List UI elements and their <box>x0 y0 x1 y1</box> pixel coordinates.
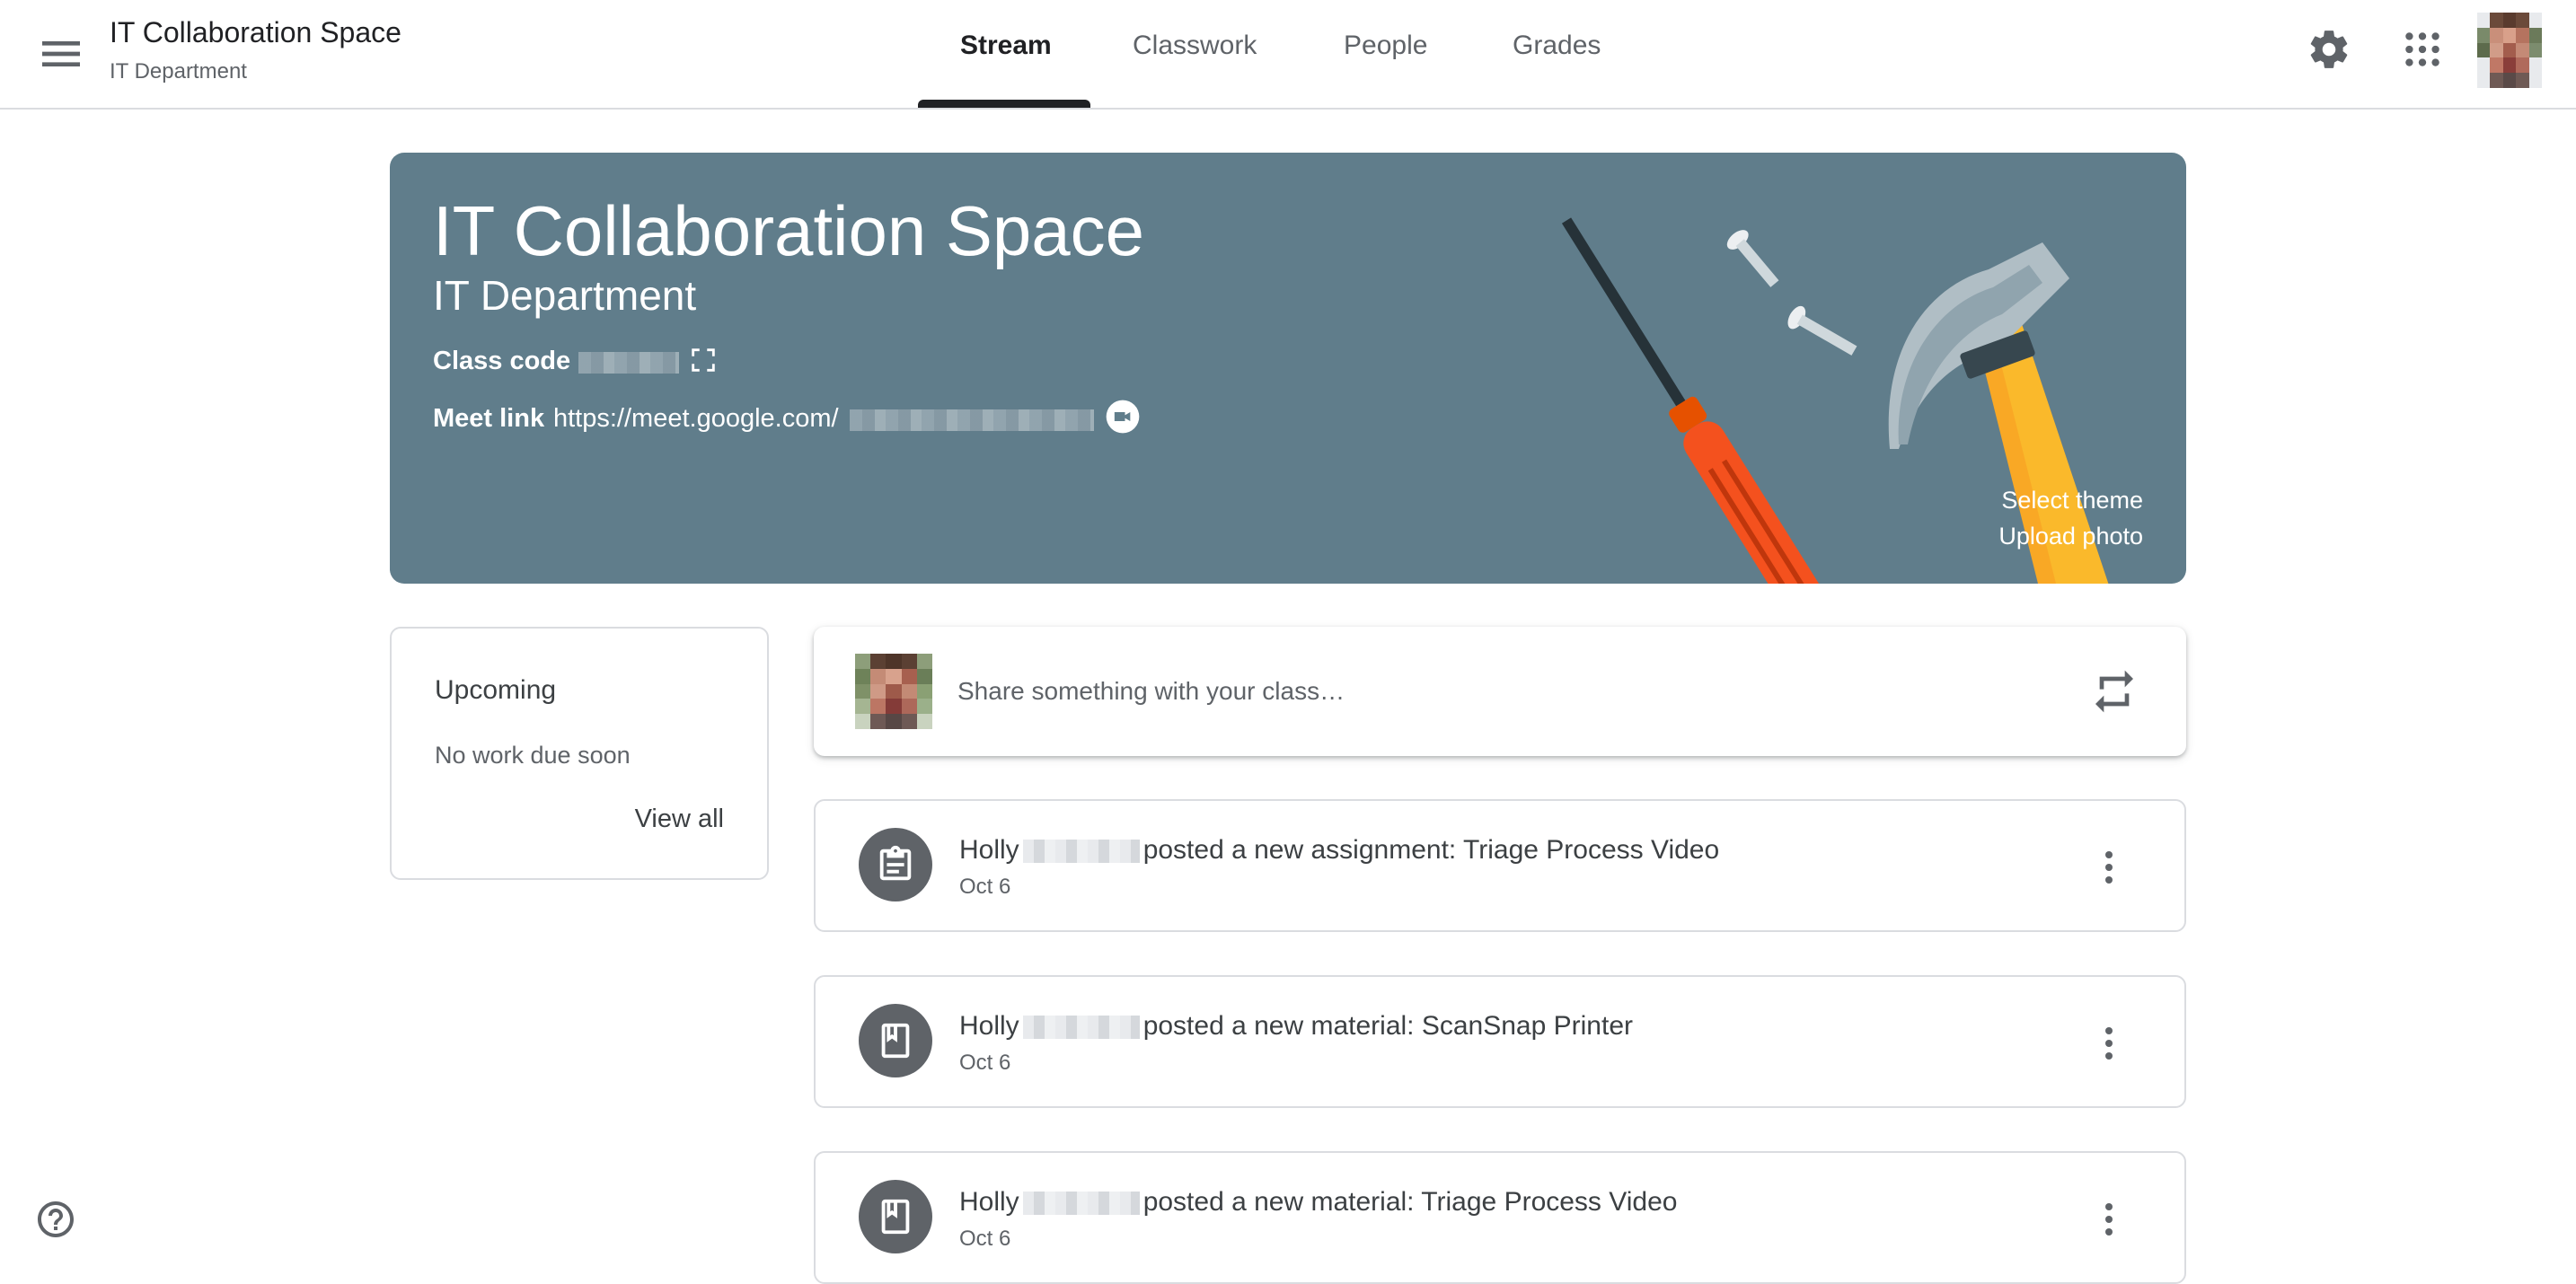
menu-icon[interactable] <box>36 29 86 79</box>
banner-title: IT Collaboration Space <box>433 191 1145 270</box>
share-box[interactable]: Share something with your class… <box>814 627 2186 756</box>
material-icon <box>859 1180 932 1253</box>
material-icon <box>859 1004 932 1077</box>
active-tab-indicator <box>918 100 1090 108</box>
avatar <box>855 654 932 729</box>
more-vert-icon[interactable] <box>2087 1018 2130 1069</box>
post-author: Holly <box>959 835 1019 865</box>
class-title[interactable]: IT Collaboration Space <box>110 16 401 49</box>
post-date: Oct 6 <box>959 1227 1011 1251</box>
help-icon[interactable] <box>34 1198 77 1241</box>
more-vert-icon[interactable] <box>2087 1194 2130 1244</box>
class-code-label: Class code <box>433 347 571 375</box>
meet-link-code <box>850 409 1094 431</box>
redacted-name <box>1022 1016 1140 1040</box>
gear-icon[interactable] <box>2307 27 2351 72</box>
post-title: Holly posted a new assignment: Triage Pro… <box>959 835 1719 866</box>
class-code-value <box>578 352 679 374</box>
post-action: posted a new material: Triage Process Vi… <box>1142 1187 1678 1217</box>
stream-post[interactable]: Holly posted a new material: Triage Proce… <box>814 1151 2186 1284</box>
stream-post[interactable]: Holly posted a new assignment: Triage Pro… <box>814 799 2186 932</box>
apps-grid-icon[interactable] <box>2400 27 2445 72</box>
share-input[interactable]: Share something with your class… <box>957 677 1345 706</box>
post-action: posted a new material: ScanSnap Printer <box>1142 1011 1633 1041</box>
video-camera-icon[interactable] <box>1105 399 1141 435</box>
post-author: Holly <box>959 1187 1019 1217</box>
avatar[interactable] <box>2477 13 2542 88</box>
repost-icon[interactable] <box>2089 666 2139 717</box>
assignment-icon <box>859 828 932 901</box>
tab-grades[interactable]: Grades <box>1513 31 1601 61</box>
tab-stream[interactable]: Stream <box>960 31 1052 61</box>
class-section: IT Department <box>110 59 247 84</box>
post-date: Oct 6 <box>959 875 1011 899</box>
upcoming-empty-text: No work due soon <box>435 742 631 769</box>
more-vert-icon[interactable] <box>2087 842 2130 893</box>
post-title: Holly posted a new material: Triage Proce… <box>959 1187 1677 1218</box>
redacted-name <box>1022 840 1140 864</box>
meet-link-label: Meet link <box>433 404 545 433</box>
fullscreen-icon[interactable] <box>688 345 719 375</box>
meet-link[interactable]: https://meet.google.com/ <box>553 404 839 434</box>
post-action: posted a new assignment: Triage Process … <box>1142 835 1720 865</box>
tab-classwork[interactable]: Classwork <box>1133 31 1257 61</box>
post-author: Holly <box>959 1011 1019 1041</box>
upcoming-card: Upcoming No work due soon View all <box>390 627 769 880</box>
tab-people[interactable]: People <box>1344 31 1427 61</box>
banner-subtitle: IT Department <box>433 272 697 319</box>
top-app-bar: IT Collaboration Space IT Department Str… <box>0 0 2576 110</box>
redacted-name <box>1022 1192 1140 1216</box>
stream-post[interactable]: Holly posted a new material: ScanSnap Pri… <box>814 975 2186 1108</box>
view-all-link[interactable]: View all <box>635 805 724 834</box>
select-theme-link[interactable]: Select theme <box>2001 487 2143 514</box>
post-date: Oct 6 <box>959 1051 1011 1075</box>
upload-photo-link[interactable]: Upload photo <box>1998 523 2143 550</box>
post-title: Holly posted a new material: ScanSnap Pri… <box>959 1011 1633 1042</box>
class-banner: IT Collaboration Space IT Department Cla… <box>390 153 2186 584</box>
upcoming-title: Upcoming <box>435 675 557 705</box>
